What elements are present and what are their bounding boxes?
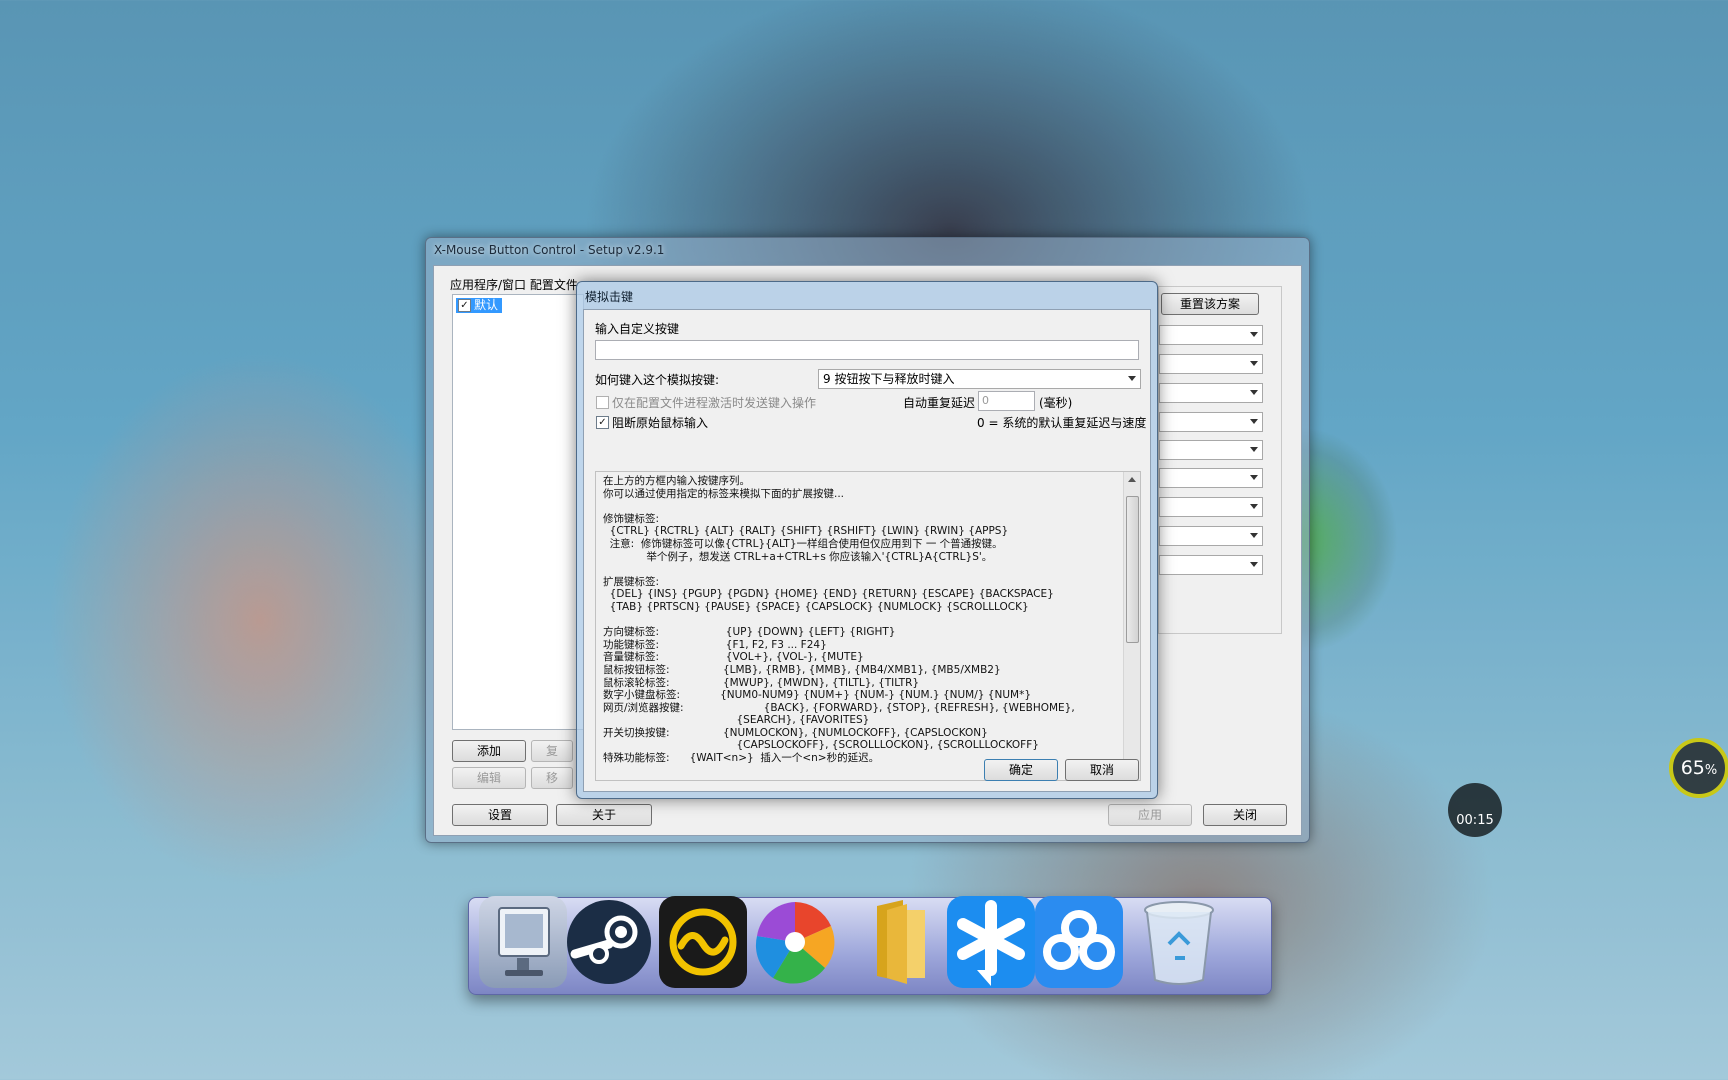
- button-action-combo[interactable]: [1159, 412, 1263, 432]
- button-action-combo[interactable]: [1159, 325, 1263, 345]
- computer-icon: [498, 907, 550, 976]
- only-active-checkbox[interactable]: [596, 396, 609, 409]
- profiles-label: 应用程序/窗口 配置文件: [450, 278, 578, 292]
- pinwheel-icon: [755, 902, 835, 984]
- button-config-group: 重置该方案: [1158, 286, 1282, 634]
- chevron-down-icon: [1250, 361, 1258, 366]
- send-mode-select[interactable]: 9 按钮按下与释放时键入: [818, 369, 1141, 389]
- custom-key-label: 输入自定义按键: [595, 322, 680, 336]
- close-button[interactable]: 关闭: [1203, 804, 1287, 826]
- edit-button[interactable]: 编辑: [452, 767, 526, 789]
- battery-percent: 65: [1680, 757, 1705, 779]
- scroll-up-icon[interactable]: [1128, 477, 1136, 482]
- computer-icon[interactable]: [479, 896, 567, 988]
- profile-checkbox[interactable]: ✓: [458, 299, 471, 312]
- chevron-down-icon: [1250, 533, 1258, 538]
- folder-icon[interactable]: [863, 896, 951, 988]
- help-scrollbar[interactable]: [1123, 472, 1140, 780]
- only-active-label: 仅在配置文件进程激活时发送键入操作: [612, 396, 817, 410]
- custom-key-input[interactable]: [595, 340, 1139, 360]
- timer-value: 00:15: [1456, 813, 1494, 828]
- profile-item-label: 默认: [474, 298, 499, 312]
- cloud-icon: [1043, 910, 1115, 970]
- simulated-keystrokes-dialog: 模拟击键 输入自定义按键 如何键入这个模拟按键: 9 按钮按下与释放时键入 仅在…: [576, 281, 1158, 799]
- chevron-down-icon: [1250, 390, 1258, 395]
- pinwheel-icon[interactable]: [751, 896, 839, 988]
- chevron-down-icon: [1250, 504, 1258, 509]
- button-action-combo[interactable]: [1159, 440, 1263, 460]
- cancel-button[interactable]: 取消: [1065, 759, 1139, 781]
- button-action-combo[interactable]: [1159, 555, 1263, 575]
- auto-repeat-label: 自动重复延迟: [903, 396, 976, 410]
- chat-icon: [957, 900, 1025, 986]
- profile-item-default[interactable]: ✓ 默认: [456, 298, 503, 313]
- recycle-bin-icon: [1144, 901, 1214, 985]
- about-button[interactable]: 关于: [556, 804, 652, 826]
- profile-list[interactable]: ✓ 默认: [452, 294, 584, 730]
- copy-button[interactable]: 复: [531, 740, 573, 762]
- window-title: X-Mouse Button Control - Setup v2.9.1: [434, 243, 665, 257]
- add-button[interactable]: 添加: [452, 740, 526, 762]
- button-action-combo[interactable]: [1159, 383, 1263, 403]
- scrollbar-thumb[interactable]: [1126, 496, 1139, 643]
- steam-icon[interactable]: [565, 896, 653, 988]
- wave-app-icon: [669, 908, 737, 976]
- button-action-combo[interactable]: [1159, 497, 1263, 517]
- block-mouse-checkbox[interactable]: ✓: [596, 416, 609, 429]
- button-action-combo[interactable]: [1159, 354, 1263, 374]
- dock-bar: [468, 896, 1272, 995]
- percent-sign: %: [1704, 763, 1718, 778]
- chevron-down-icon: [1250, 447, 1258, 452]
- reset-profile-button[interactable]: 重置该方案: [1161, 293, 1259, 315]
- battery-ring-indicator: 65%: [1669, 738, 1728, 798]
- chevron-down-icon: [1250, 419, 1258, 424]
- recycle-bin-icon[interactable]: [1135, 896, 1223, 988]
- block-mouse-label: 阻断原始鼠标输入: [612, 416, 709, 430]
- chevron-down-icon: [1250, 562, 1258, 567]
- wave-app-icon[interactable]: [659, 896, 747, 988]
- auto-repeat-input[interactable]: 0: [978, 391, 1035, 411]
- ms-label: (毫秒): [1039, 396, 1073, 410]
- auto-repeat-value: 0: [982, 394, 989, 407]
- settings-button[interactable]: 设置: [452, 804, 548, 826]
- repeat-note: 0 = 系统的默认重复延迟与速度: [977, 416, 1147, 430]
- how-to-send-label: 如何键入这个模拟按键:: [595, 373, 720, 387]
- apply-button[interactable]: 应用: [1108, 804, 1192, 826]
- dialog-client: 输入自定义按键 如何键入这个模拟按键: 9 按钮按下与释放时键入 仅在配置文件进…: [583, 309, 1151, 792]
- send-mode-value: 9 按钮按下与释放时键入: [823, 372, 955, 386]
- move-button[interactable]: 移: [531, 767, 573, 789]
- cloud-icon[interactable]: [1035, 896, 1123, 988]
- timer-indicator: 00:15: [1448, 783, 1502, 837]
- help-text-area[interactable]: 在上方的方框内输入按键序列。 你可以通过使用指定的标签来模拟下面的扩展按键...…: [595, 471, 1141, 781]
- chevron-down-icon: [1250, 332, 1258, 337]
- help-text: 在上方的方框内输入按键序列。 你可以通过使用指定的标签来模拟下面的扩展按键...…: [603, 475, 1075, 765]
- button-action-combo[interactable]: [1159, 468, 1263, 488]
- folder-icon: [877, 900, 925, 984]
- dialog-title: 模拟击键: [585, 290, 634, 304]
- chat-icon[interactable]: [947, 896, 1035, 988]
- chevron-down-icon: [1250, 475, 1258, 480]
- chevron-down-icon: [1128, 376, 1136, 381]
- steam-icon: [567, 900, 651, 984]
- ok-button[interactable]: 确定: [984, 759, 1058, 781]
- button-action-combo[interactable]: [1159, 526, 1263, 546]
